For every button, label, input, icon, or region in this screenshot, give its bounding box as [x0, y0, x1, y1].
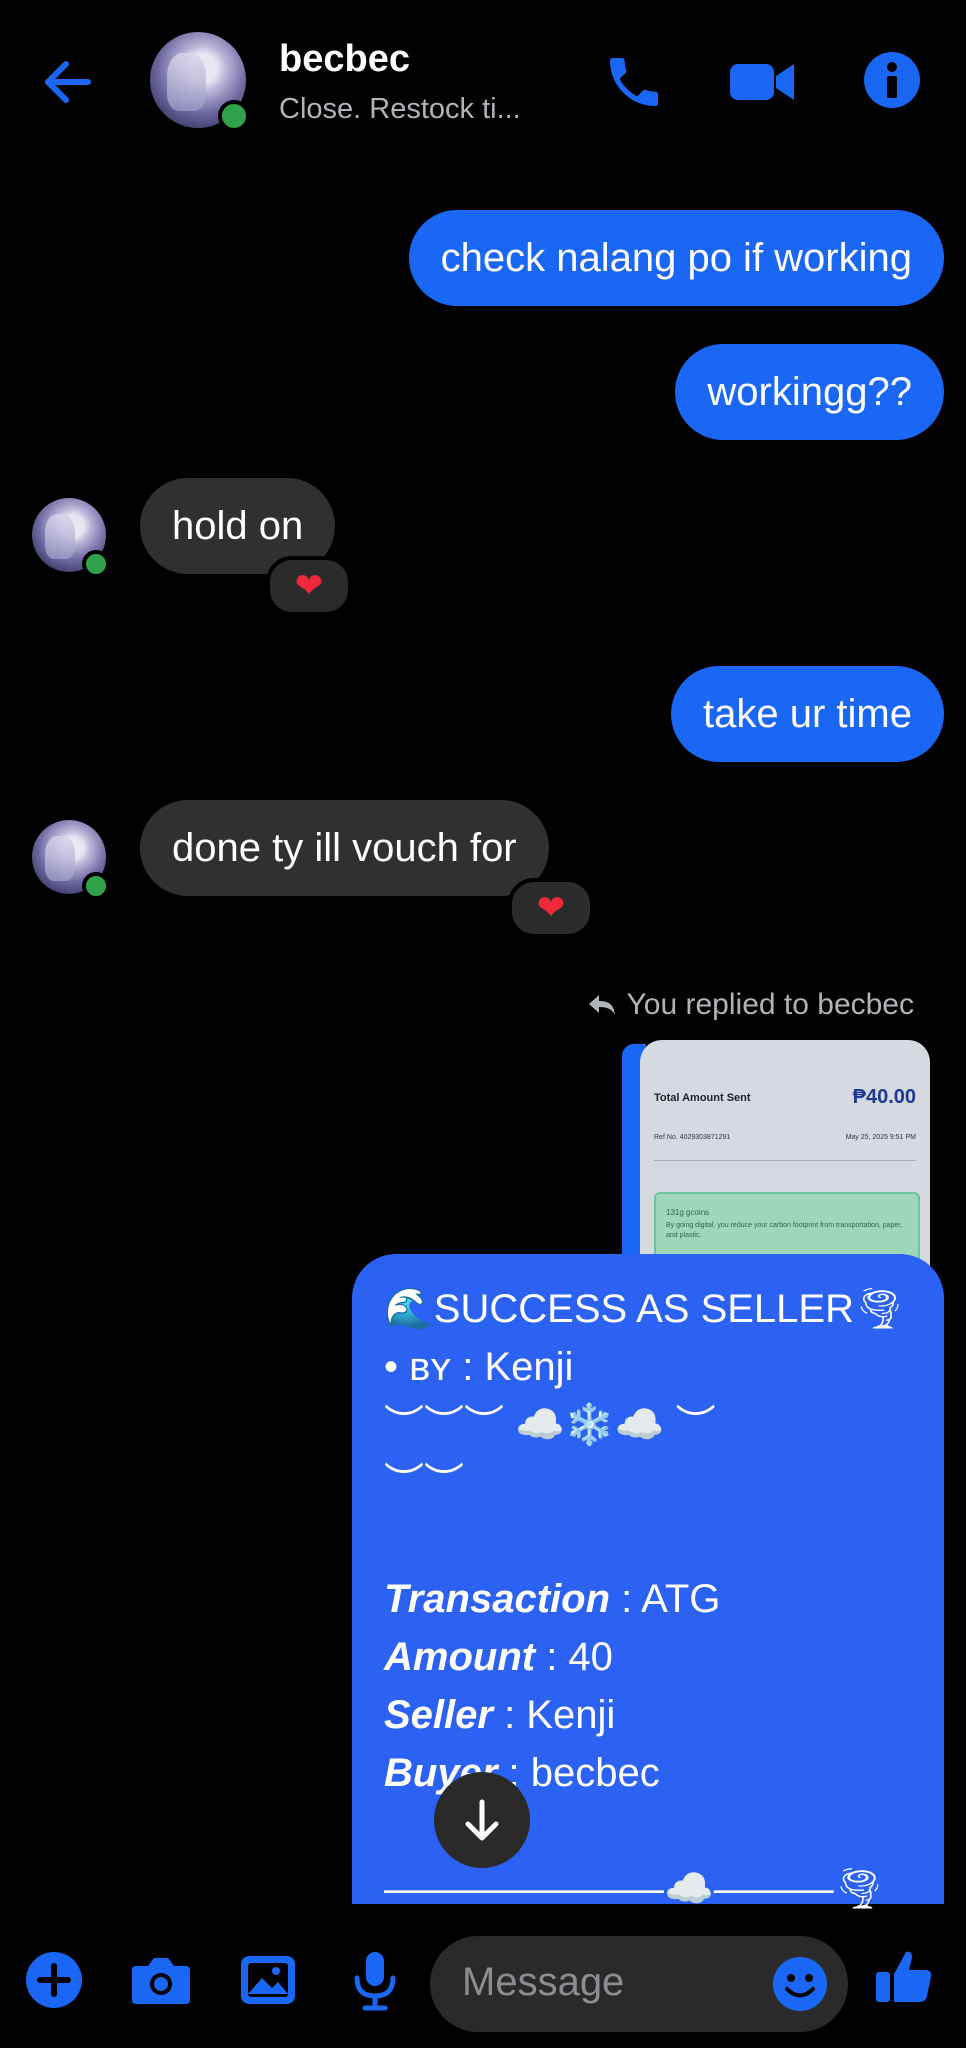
back-arrow-icon [45, 61, 91, 103]
seller-label: Seller [384, 1693, 493, 1737]
seller-value: : Kenji [492, 1693, 616, 1737]
emoji-button[interactable] [770, 1954, 834, 2018]
plus-icon [26, 1952, 82, 2008]
microphone-icon [354, 1952, 396, 2011]
online-indicator [218, 100, 250, 132]
card-amount: Amount : 40 [384, 1628, 912, 1686]
heart-reaction[interactable]: ❤ [266, 556, 352, 616]
card-heading: 🌊SUCCESS AS SELLER🌪 [384, 1287, 905, 1331]
heart-reaction[interactable]: ❤ [508, 878, 594, 938]
card-decoration: ︶︶︶ ☁️❄️☁️ ︶ [384, 1403, 716, 1447]
receipt-ref: Ref No. 4029303871291 [654, 1134, 731, 1141]
contact-name[interactable]: becbec [279, 38, 410, 81]
camera-icon [132, 1958, 190, 2004]
message-outgoing[interactable]: check nalang po if working [408, 210, 944, 306]
info-button[interactable] [862, 50, 926, 114]
receipt-eco-text: By going digital, you reduce your carbon… [666, 1222, 903, 1239]
card-decoration: ︶︶ [384, 1461, 464, 1505]
message-incoming[interactable]: done ty ill vouch for [140, 800, 549, 896]
receipt-amount-value: ₱40.00 [852, 1086, 916, 1108]
phone-icon [610, 58, 658, 106]
message-outgoing[interactable]: workingg?? [675, 344, 944, 440]
receipt-divider [654, 1160, 916, 1161]
gallery-button[interactable] [238, 1950, 302, 2014]
video-camera-icon [730, 64, 794, 100]
video-call-button[interactable] [728, 50, 794, 114]
transaction-label: Transaction [384, 1577, 610, 1621]
online-indicator [82, 550, 110, 578]
card-transaction: Transaction : ATG [384, 1570, 912, 1628]
receipt-amount-label: Total Amount Sent [654, 1092, 751, 1104]
reply-icon [588, 995, 615, 1015]
emoji-icon [773, 1957, 827, 2011]
reply-note: You replied to becbec [626, 988, 914, 1021]
image-icon [241, 1956, 295, 2004]
amount-label: Amount [384, 1635, 536, 1679]
arrow-down-icon [465, 1799, 499, 1841]
camera-button[interactable] [130, 1950, 194, 2014]
reply-indicator: You replied to becbec [587, 988, 914, 1022]
info-icon [864, 52, 920, 108]
scroll-to-bottom-button[interactable] [434, 1772, 530, 1868]
message-placeholder: Message [462, 1960, 625, 2004]
receipt-eco-title: 131g gcoins [666, 1208, 710, 1217]
voice-message-button[interactable] [345, 1948, 409, 2012]
transaction-value: : ATG [610, 1577, 721, 1621]
card-footer-decoration: ———————☁️———🌪 [384, 1867, 885, 1911]
card-seller: Seller : Kenji [384, 1686, 912, 1744]
receipt-date: May 25, 2025 9:51 PM [845, 1134, 916, 1141]
contact-status: Close. Restock ti... [279, 93, 521, 125]
amount-value: : 40 [535, 1635, 613, 1679]
message-outgoing[interactable]: take ur time [671, 666, 944, 762]
thumbs-up-icon [876, 1951, 932, 2002]
call-button[interactable] [602, 50, 666, 114]
quoted-receipt-image[interactable]: Total Amount Sent ₱40.00 Ref No. 4029303… [640, 1040, 930, 1280]
back-button[interactable] [40, 52, 112, 112]
card-by-line: • ʙʏ : Kenji [384, 1345, 574, 1389]
more-actions-button[interactable] [22, 1948, 86, 2012]
online-indicator [82, 872, 110, 900]
like-button[interactable] [872, 1944, 936, 2008]
